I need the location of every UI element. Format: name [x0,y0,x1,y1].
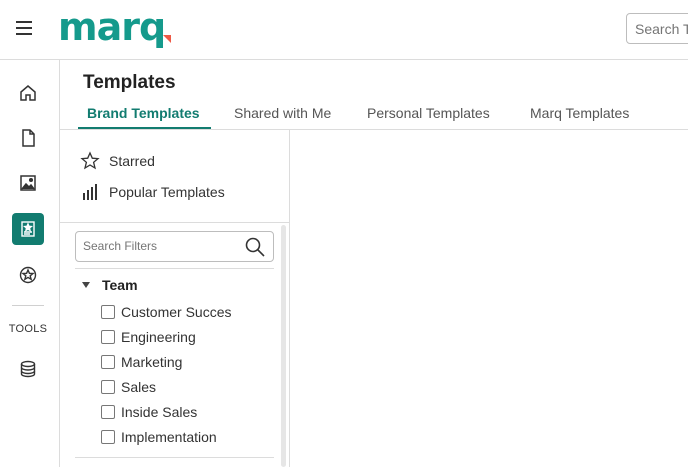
filter-option-label: Sales [121,379,157,395]
image-icon [20,175,36,191]
tab-brand-templates[interactable]: Brand Templates [87,105,200,121]
document-icon [22,129,35,147]
logo-accent-mark [163,35,171,43]
brand-nav-button[interactable] [12,259,44,291]
left-nav-rail: TOOLS [0,60,60,467]
templates-nav-button[interactable] [12,213,44,245]
template-tabs: Brand Templates Shared with Me Personal … [60,100,688,130]
filter-option-label: Marketing [121,354,183,370]
checkbox[interactable] [101,380,115,394]
filter-option[interactable]: Engineering [101,329,196,345]
data-nav-button[interactable] [12,353,44,385]
starred-label: Starred [109,153,155,169]
filter-option-label: Implementation [121,429,217,445]
filter-option[interactable]: Customer Succes [101,304,231,320]
team-filter-group[interactable]: Team [82,277,138,293]
marq-logo[interactable]: marq [58,5,166,49]
tab-personal-templates[interactable]: Personal Templates [367,105,490,121]
checkbox[interactable] [101,430,115,444]
checkbox[interactable] [101,405,115,419]
panel-divider [60,222,290,223]
tools-section-label: TOOLS [8,323,48,335]
page-title: Templates [83,72,176,93]
filter-option-label: Inside Sales [121,404,198,420]
checkbox[interactable] [101,330,115,344]
images-nav-button[interactable] [12,167,44,199]
popular-templates-link[interactable]: Popular Templates [80,182,225,202]
active-tab-indicator [78,127,211,129]
caret-down-icon [82,282,90,288]
tab-shared-with-me[interactable]: Shared with Me [234,105,331,121]
template-grid-area [291,131,688,467]
star-icon [80,151,100,171]
brand-badge-icon [19,266,37,284]
checkbox[interactable] [101,305,115,319]
templates-icon [21,221,35,237]
filter-option[interactable]: Marketing [101,354,182,370]
filter-option[interactable]: Inside Sales [101,404,197,420]
filter-option[interactable]: Sales [101,379,156,395]
documents-nav-button[interactable] [12,122,44,154]
filter-option-label: Engineering [121,329,196,345]
checkbox[interactable] [101,355,115,369]
filter-search-box [75,231,274,262]
filter-panel: Starred Popular Templates Team Custom [60,130,290,467]
global-search-input[interactable] [626,13,688,44]
popular-templates-label: Popular Templates [109,184,225,200]
search-icon[interactable] [244,236,266,263]
filter-option[interactable]: Implementation [101,429,217,445]
database-icon [20,360,36,378]
filter-option-label: Customer Succes [121,304,232,320]
tab-marq-templates[interactable]: Marq Templates [530,105,629,121]
bar-chart-icon [80,182,100,202]
top-bar: marq [0,0,688,60]
home-nav-button[interactable] [12,77,44,109]
filter-panel-scrollbar[interactable] [281,225,286,467]
team-group-label: Team [102,277,138,293]
hamburger-menu-icon[interactable] [16,21,32,35]
starred-link[interactable]: Starred [80,151,155,171]
filter-search-input[interactable] [76,232,236,260]
filter-divider [75,268,274,269]
rail-divider [12,305,44,306]
filter-group-divider [75,457,274,458]
home-icon [20,85,36,101]
